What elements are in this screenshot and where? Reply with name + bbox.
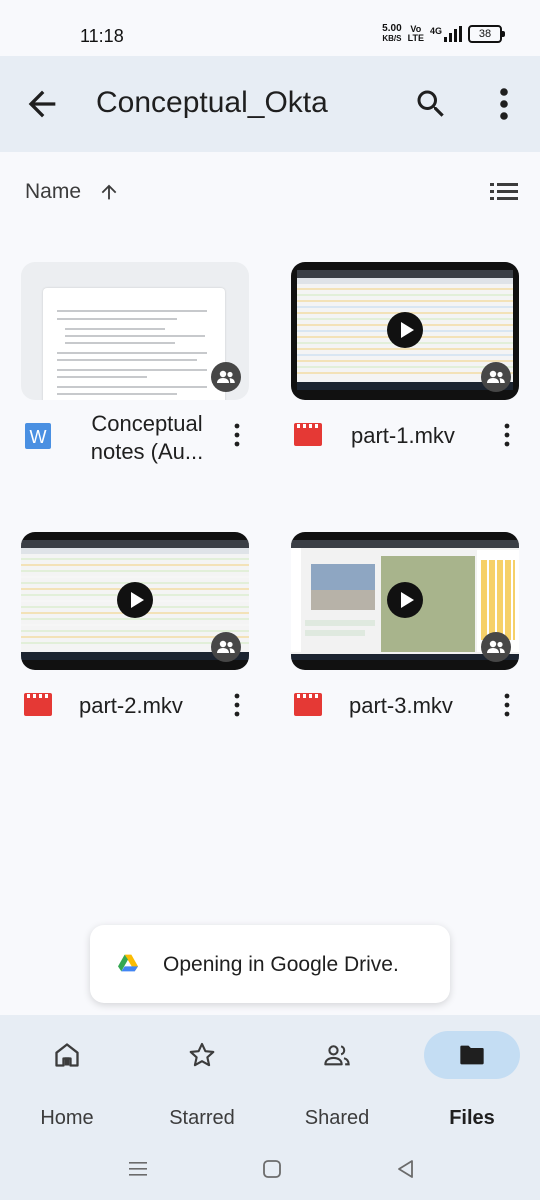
signal-icon: 4G [430,26,462,42]
sort-direction-button[interactable] [98,180,120,204]
status-indicators: 5.00 KB/S Vo LTE 4G 38 [382,23,505,44]
nav-files[interactable]: Files [422,1031,522,1129]
volte-indicator: Vo LTE [407,24,424,43]
recent-apps-button[interactable] [126,1157,150,1181]
system-navigation-bar [0,1143,540,1200]
nav-icon-container [154,1031,250,1079]
more-vert-icon [504,423,510,447]
file-more-button[interactable] [499,420,515,450]
home-icon [55,1043,79,1067]
menu-icon [129,1162,147,1176]
nav-shared[interactable]: Shared [287,1031,387,1129]
file-more-button[interactable] [229,420,245,450]
folder-icon [460,1045,484,1065]
star-icon [189,1042,215,1067]
file-more-button[interactable] [499,690,515,720]
more-vert-icon [234,693,240,717]
nav-icon-container [289,1031,385,1079]
file-thumbnail[interactable] [291,532,519,670]
triangle-back-icon [398,1160,413,1178]
document-preview [43,288,225,400]
file-thumbnail[interactable] [291,262,519,400]
nav-icon-container [19,1031,115,1079]
sort-by-name-button[interactable]: Name [25,180,81,204]
shared-badge [211,362,241,392]
play-icon [387,582,423,618]
home-button[interactable] [260,1157,284,1181]
google-drive-icon [118,954,138,972]
file-name: part-2.mkv [79,693,183,718]
more-vert-icon [234,423,240,447]
nav-starred[interactable]: Starred [152,1031,252,1129]
arrow-back-icon [28,90,56,118]
nav-label: Home [40,1107,94,1129]
play-icon [387,312,423,348]
status-bar: 11:18 5.00 KB/S Vo LTE 4G 38 [0,0,540,56]
toast-message: Opening in Google Drive. [90,925,450,1003]
bottom-navigation: Home Starred Shared Files [0,1015,540,1143]
play-icon [117,582,153,618]
search-button[interactable] [413,86,449,122]
file-name: Conceptual notes (Au... [90,411,204,464]
list-view-icon [490,183,518,200]
word-doc-icon: W [25,423,51,449]
system-back-button[interactable] [394,1157,418,1181]
file-info-row: part-3.mkv [291,680,519,736]
toast-text: Opening in Google Drive. [163,953,399,976]
square-icon [263,1160,281,1178]
file-thumbnail[interactable] [21,532,249,670]
file-info-row: part-1.mkv [291,410,519,466]
video-file-icon [24,693,52,716]
app-bar: Conceptual_Okta [0,56,540,152]
status-time: 11:18 [80,26,124,46]
nav-label: Shared [304,1107,370,1129]
back-button[interactable] [22,84,62,124]
people-icon [487,370,505,383]
folder-title: Conceptual_Okta [96,86,328,119]
nav-label: Files [449,1107,495,1129]
sort-row: Name [0,168,540,216]
file-info-row: W Conceptual notes (Au... [21,410,249,466]
more-vert-icon [500,88,508,120]
file-name: part-3.mkv [349,693,453,718]
nav-label: Starred [169,1107,235,1129]
video-file-icon [294,423,322,446]
shared-badge [481,632,511,662]
video-file-icon [294,693,322,716]
file-more-button[interactable] [229,690,245,720]
nav-home[interactable]: Home [17,1031,117,1129]
file-info-row: part-2.mkv [21,680,249,736]
svg-text:W: W [30,427,47,447]
file-thumbnail[interactable] [21,262,249,400]
list-view-button[interactable] [488,178,520,206]
battery-icon: 38 [468,25,505,43]
more-vert-icon [504,693,510,717]
file-name: part-1.mkv [351,423,455,448]
shared-badge [211,632,241,662]
network-speed: 5.00 KB/S [382,23,402,44]
more-options-button[interactable] [488,84,520,124]
search-icon [417,90,444,117]
people-icon [324,1045,350,1066]
people-icon [217,370,235,383]
people-icon [487,640,505,653]
people-icon [217,640,235,653]
shared-badge [481,362,511,392]
arrow-upward-icon [101,184,117,200]
nav-icon-container-active [424,1031,520,1079]
